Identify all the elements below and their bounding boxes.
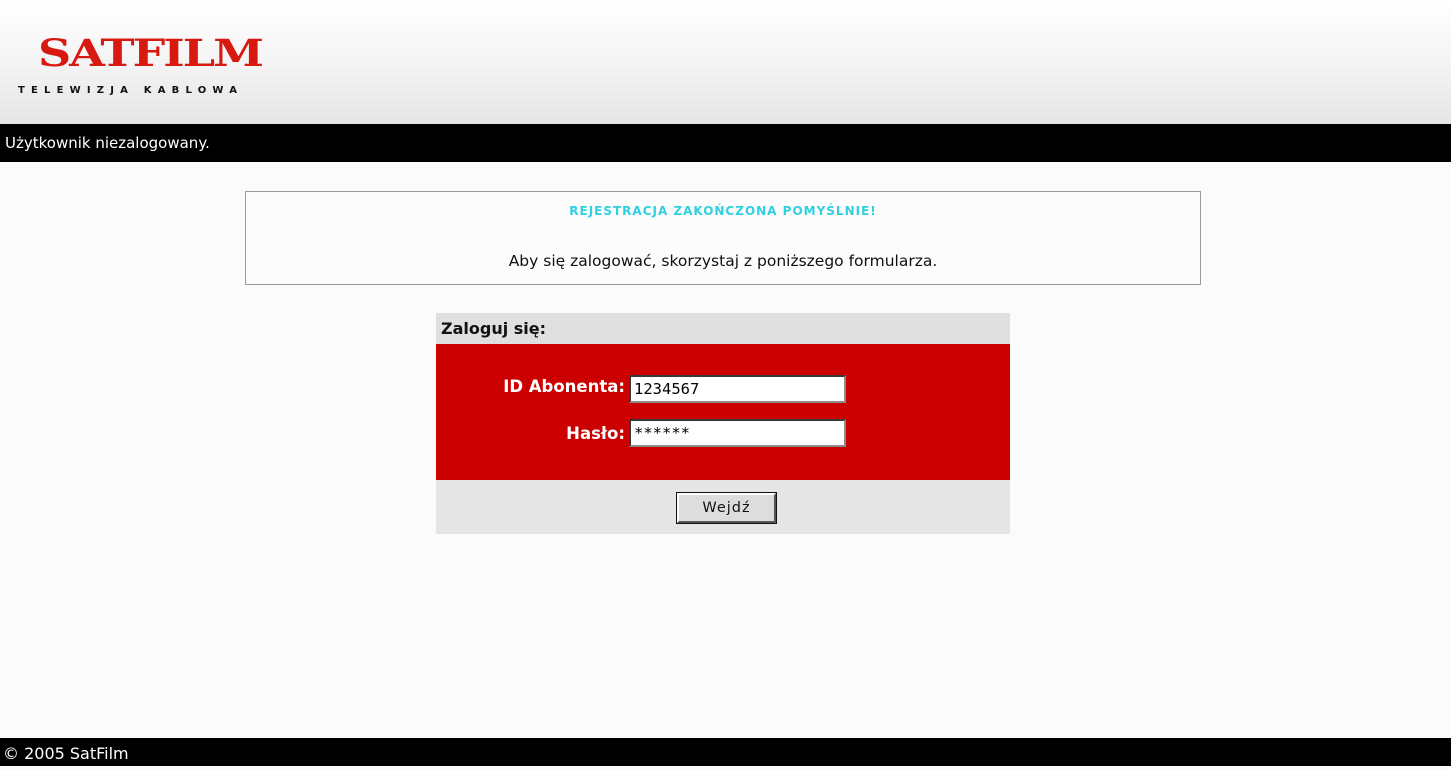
subscriber-id-label: ID Abonenta: (503, 377, 625, 396)
success-instructions: Aby się zalogować, skorzystaj z poniższe… (508, 252, 938, 270)
logo-wordmark: SATFILM (38, 30, 264, 76)
satfilm-logo[interactable]: SATFILM TELEWIZJA KABLOWA (14, 30, 344, 102)
page-header: SATFILM TELEWIZJA KABLOWA (0, 0, 1451, 124)
login-form: ID Abonenta: Hasło: (436, 344, 1010, 480)
password-label: Hasło: (566, 424, 625, 443)
page-footer: © 2005 SatFilm (0, 738, 1451, 766)
registration-success-box: REJESTRACJA ZAKOŃCZONA POMYŚLNIE! Aby si… (245, 191, 1201, 285)
copyright-text: © 2005 SatFilm (3, 744, 129, 763)
success-title: REJESTRACJA ZAKOŃCZONA POMYŚLNIE! (569, 204, 877, 218)
subscriber-id-input[interactable] (629, 375, 846, 403)
login-submit-button[interactable]: Wejdź (676, 492, 777, 524)
password-input[interactable] (629, 419, 846, 447)
login-heading: Zaloguj się: (436, 313, 1010, 344)
login-status-text: Użytkownik niezalogowany. (5, 134, 210, 152)
logo-tagline: TELEWIZJA KABLOWA (18, 85, 244, 96)
login-panel: Zaloguj się: ID Abonenta: Hasło: Wejdź (436, 313, 1010, 534)
login-footer: Wejdź (436, 480, 1010, 534)
login-status-bar: Użytkownik niezalogowany. (0, 124, 1451, 162)
